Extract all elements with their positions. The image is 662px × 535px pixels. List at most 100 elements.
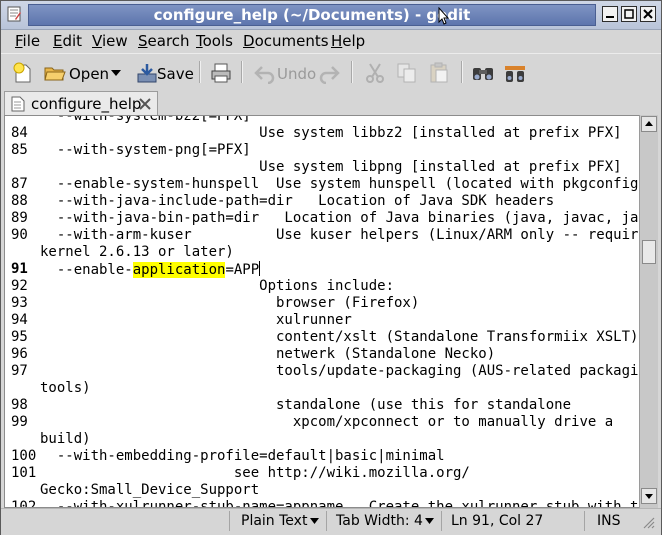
line-number: 95 bbox=[11, 329, 28, 345]
close-window-icon bbox=[643, 9, 653, 19]
close-icon[interactable] bbox=[139, 98, 151, 110]
line-text: --enable-system-hunspell Use system huns… bbox=[40, 176, 641, 192]
line-number: 84 bbox=[11, 125, 28, 141]
line-number: 90 bbox=[11, 227, 28, 243]
window-title: configure_help (~/Documents) - gedit bbox=[153, 6, 471, 24]
line-text: kernel 2.6.13 or later) bbox=[40, 244, 234, 260]
line-text-after: =APP bbox=[225, 262, 260, 278]
line-text: xulrunner bbox=[40, 312, 352, 328]
open-button[interactable]: Open bbox=[41, 58, 125, 86]
line-text: Use system libbz2 [installed at prefix P… bbox=[40, 125, 622, 141]
line-text: tools) bbox=[40, 380, 91, 396]
chevron-down-icon bbox=[310, 518, 319, 524]
text-editor[interactable]: --with-system-bz2[=PFX] 84 Use system lib… bbox=[4, 115, 641, 508]
text-caret bbox=[259, 261, 261, 276]
scroll-up-button[interactable] bbox=[641, 116, 657, 132]
line-number: 85 bbox=[11, 142, 28, 158]
line-text: build) bbox=[40, 431, 91, 447]
line-text: browser (Firefox) bbox=[40, 295, 420, 311]
print-icon bbox=[211, 63, 231, 83]
line-number: 89 bbox=[11, 210, 28, 226]
menu-help[interactable]: Help bbox=[331, 32, 365, 50]
open-label: Open bbox=[69, 65, 110, 83]
open-folder-icon bbox=[44, 67, 66, 81]
close-window-button[interactable] bbox=[640, 6, 656, 22]
find-replace-icon bbox=[505, 66, 525, 82]
mouse-cursor-icon bbox=[438, 6, 450, 29]
gedit-window: configure_help (~/Documents) - gedit Fil… bbox=[0, 0, 662, 535]
arrow-up-icon bbox=[645, 121, 653, 126]
line-text: --enable-application=APP bbox=[40, 261, 261, 279]
line-text: --with-xulrunner-stub-name=appname Creat… bbox=[40, 499, 641, 508]
menu-documents[interactable]: Documents bbox=[243, 32, 329, 50]
line-text: tools/update-packaging (AUS-related pack… bbox=[40, 363, 641, 379]
line-text-before: --enable- bbox=[40, 262, 133, 278]
line-text: standalone (use this for standalone bbox=[40, 397, 572, 413]
document-tabs: configure_help bbox=[1, 90, 661, 117]
print-button[interactable] bbox=[207, 58, 235, 86]
undo-button[interactable]: Undo bbox=[251, 58, 317, 86]
toolbar-separator bbox=[351, 61, 353, 83]
maximize-button[interactable] bbox=[621, 6, 637, 22]
gedit-app-icon[interactable] bbox=[6, 6, 22, 22]
language-selector[interactable]: Plain Text bbox=[229, 511, 324, 531]
title-bar[interactable]: configure_help (~/Documents) - gedit bbox=[1, 1, 661, 30]
cursor-position: Ln 91, Col 27 bbox=[441, 511, 582, 531]
line-text: --with-embedding-profile=default|basic|m… bbox=[40, 448, 445, 464]
line-text: Options include: bbox=[40, 278, 395, 294]
find-icon bbox=[473, 68, 493, 80]
line-number: 101 bbox=[11, 465, 37, 481]
undo-icon bbox=[254, 66, 275, 84]
toolbar: Open Save Undo bbox=[1, 53, 661, 91]
menu-search[interactable]: Search bbox=[138, 32, 190, 50]
line-number: 99 bbox=[11, 414, 28, 430]
line-text: --with-java-include-path=dir Location of… bbox=[40, 193, 555, 209]
line-number: 96 bbox=[11, 346, 28, 362]
menu-view[interactable]: View bbox=[92, 32, 128, 50]
status-bar: Plain Text Tab Width: 4 Ln 91, Col 27 IN… bbox=[1, 508, 661, 535]
menu-file[interactable]: File bbox=[15, 32, 40, 50]
vertical-scrollbar[interactable] bbox=[639, 115, 658, 508]
scrollbar-thumb[interactable] bbox=[642, 240, 656, 264]
menu-tools[interactable]: Tools bbox=[196, 32, 233, 50]
find-replace-button[interactable] bbox=[501, 58, 529, 86]
line-number: 93 bbox=[11, 295, 28, 311]
toolbar-separator bbox=[199, 61, 201, 83]
open-dropdown-icon[interactable] bbox=[111, 69, 121, 77]
minimize-button[interactable] bbox=[602, 6, 618, 22]
line-text: content/xslt (Standalone Transformiix XS… bbox=[40, 329, 639, 345]
tab-width-selector[interactable]: Tab Width: 4 bbox=[326, 511, 439, 531]
save-button[interactable]: Save bbox=[133, 58, 194, 86]
tab-configure-help[interactable]: configure_help bbox=[4, 91, 158, 117]
line-text: Gecko:Small_Device_Support bbox=[40, 482, 260, 498]
tab-width-label: Tab Width: 4 bbox=[336, 513, 423, 529]
toolbar-separator bbox=[461, 61, 463, 83]
chevron-down-icon bbox=[425, 518, 434, 524]
resize-grip-icon[interactable] bbox=[641, 515, 655, 529]
scroll-down-button[interactable] bbox=[641, 488, 657, 504]
arrow-down-icon bbox=[645, 494, 653, 499]
tab-label: configure_help bbox=[31, 95, 142, 113]
paste-button[interactable] bbox=[425, 58, 453, 86]
redo-button[interactable] bbox=[317, 58, 343, 86]
line-number: 97 bbox=[11, 363, 28, 379]
redo-icon bbox=[319, 66, 340, 84]
line-number: 87 bbox=[11, 176, 28, 192]
new-document-button[interactable] bbox=[9, 58, 37, 86]
maximize-icon bbox=[624, 9, 634, 19]
search-highlight: application bbox=[132, 262, 226, 278]
save-label: Save bbox=[157, 65, 194, 83]
save-icon bbox=[137, 64, 157, 83]
menu-edit[interactable]: Edit bbox=[53, 32, 82, 50]
line-number: 88 bbox=[11, 193, 28, 209]
minimize-icon bbox=[606, 16, 614, 18]
line-number: 102 bbox=[11, 499, 37, 508]
line-text: --with-arm-kuser Use kuser helpers (Linu… bbox=[40, 227, 641, 243]
line-text: netwerk (Standalone Necko) bbox=[40, 346, 496, 362]
copy-button[interactable] bbox=[393, 58, 421, 86]
cut-button[interactable] bbox=[361, 58, 389, 86]
find-button[interactable] bbox=[469, 58, 497, 86]
title-frame: configure_help (~/Documents) - gedit bbox=[28, 4, 596, 26]
line-number: 92 bbox=[11, 278, 28, 294]
line-text: --with-system-png[=PFX] bbox=[40, 142, 251, 158]
